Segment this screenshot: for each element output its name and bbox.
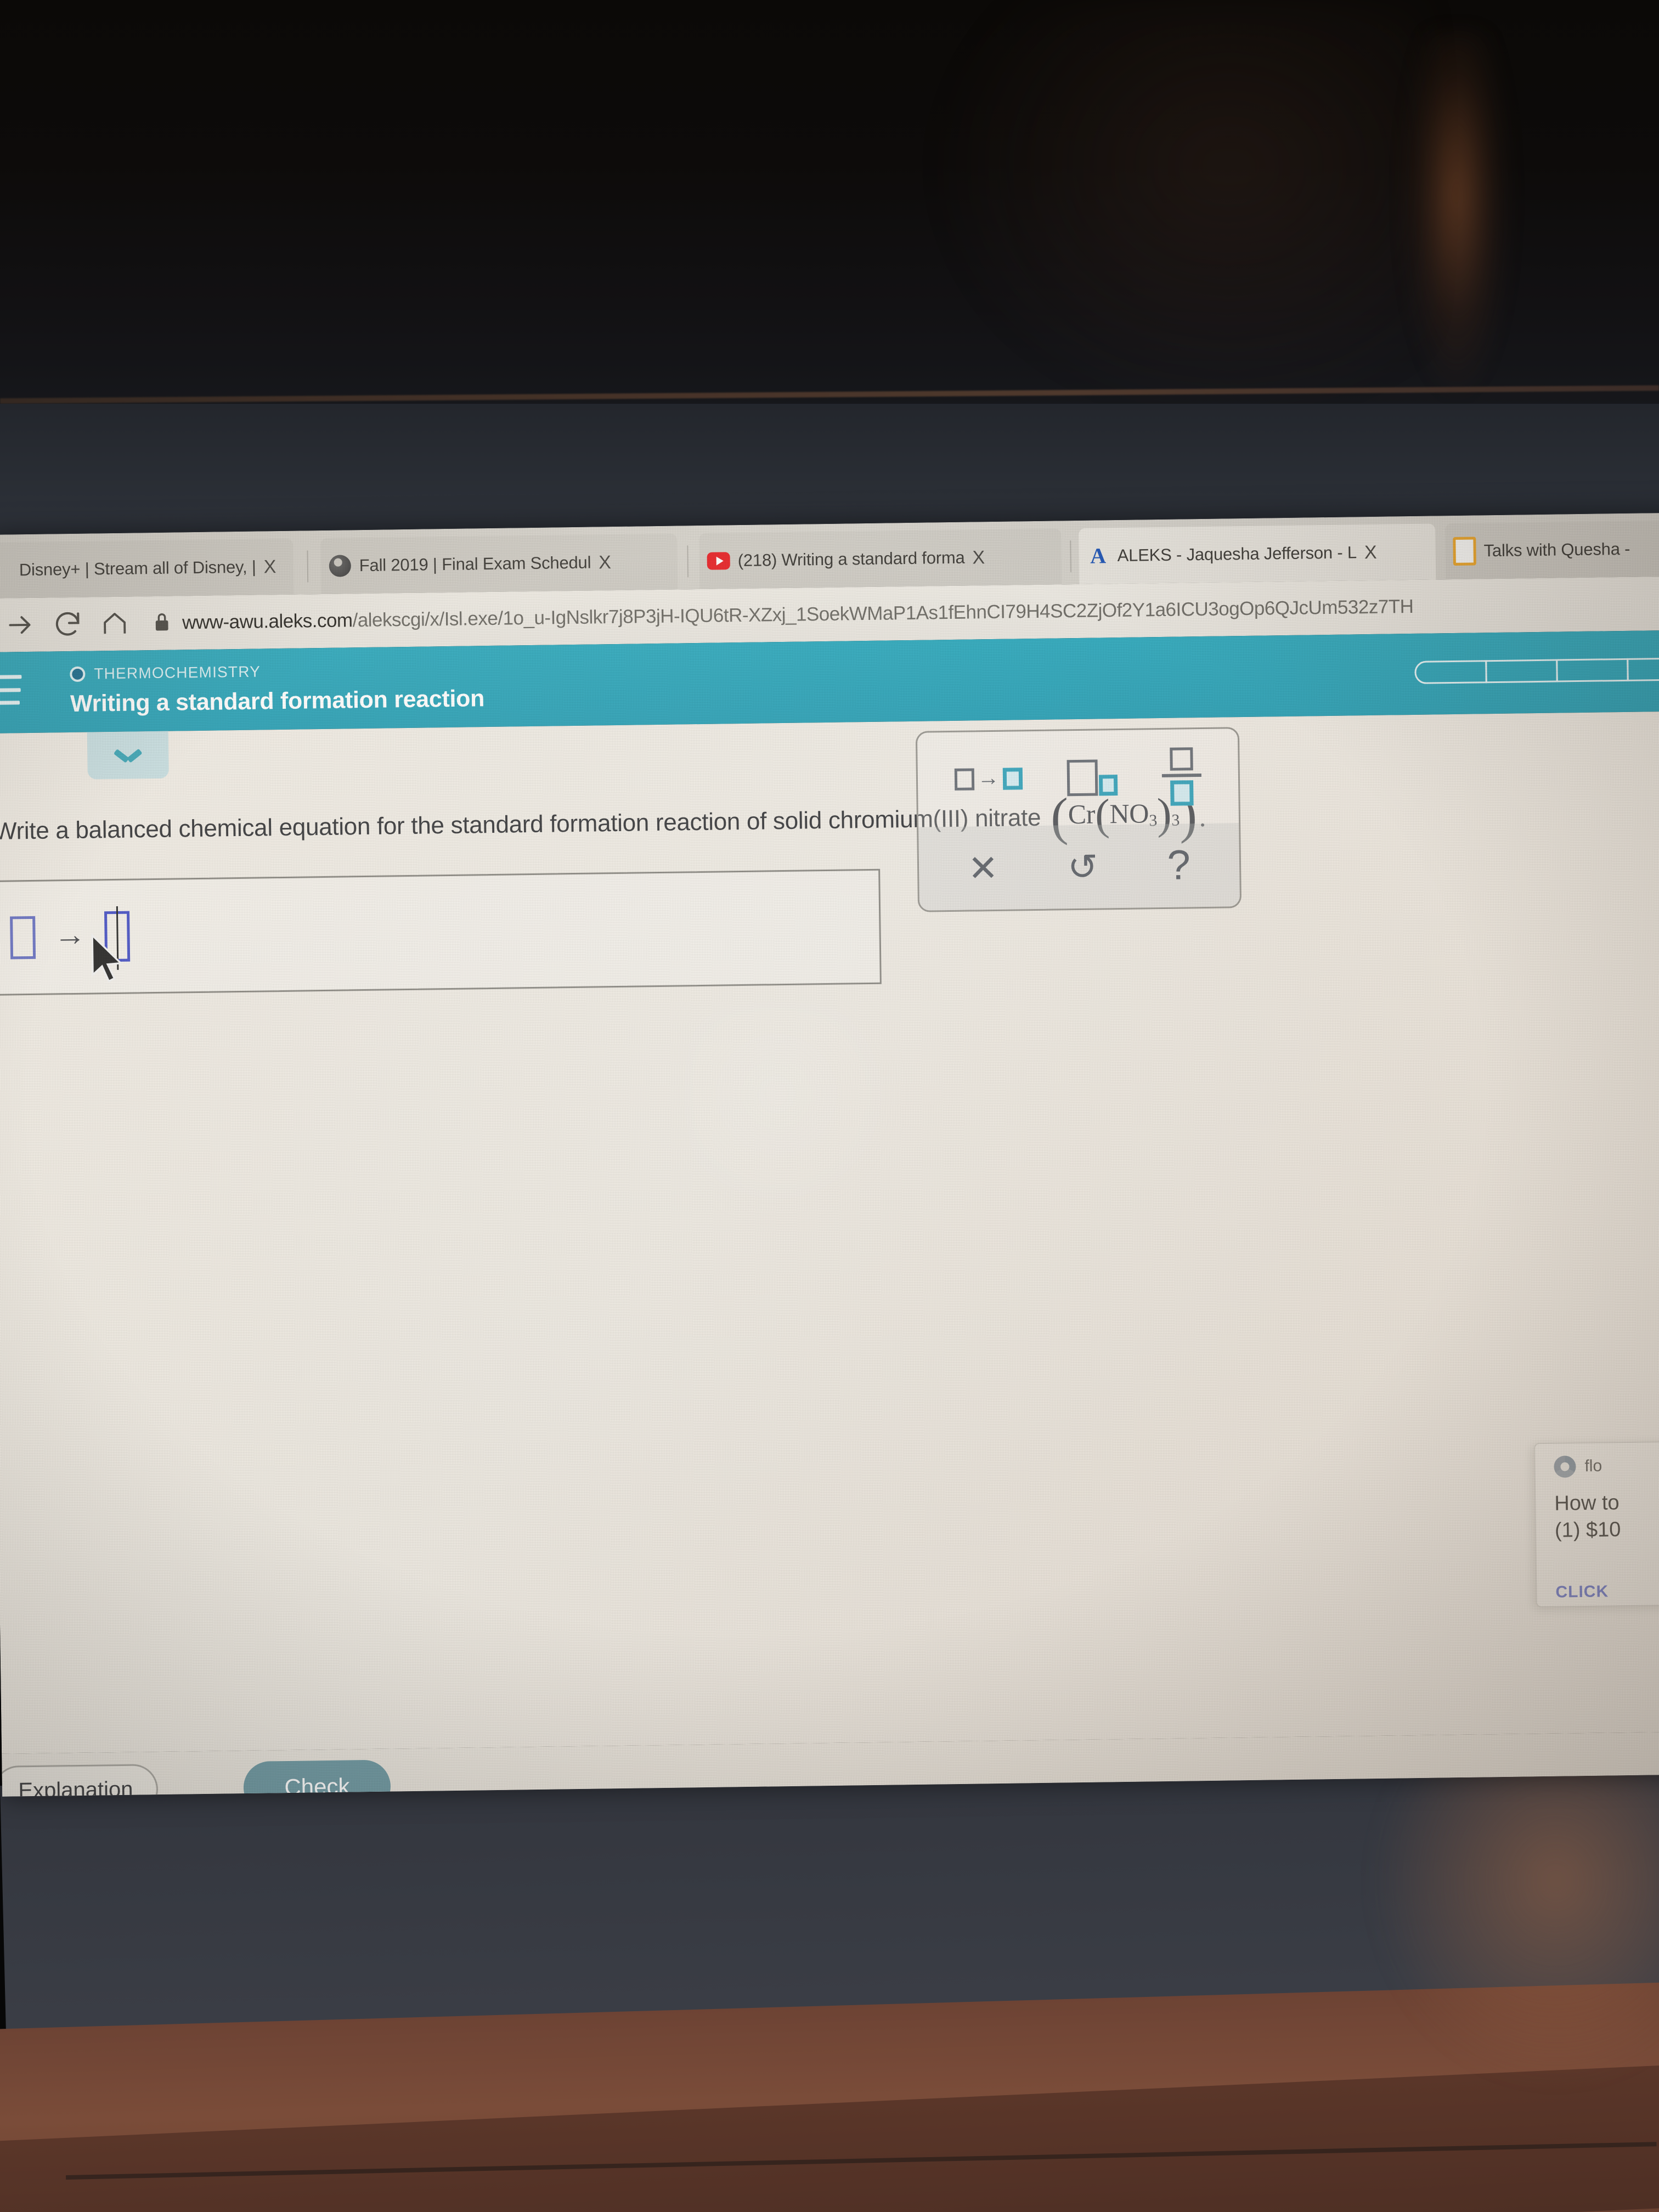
browser-tab-talks-with-quesha[interactable]: Talks with Quesha - bbox=[1444, 519, 1659, 580]
tab-title: ALEKS - Jaquesha Jefferson - L bbox=[1117, 543, 1357, 566]
youtube-icon bbox=[707, 549, 730, 573]
progress-segment bbox=[1414, 660, 1487, 684]
chrome-notification-popup[interactable]: flo How to (1) $10 CLICK bbox=[1533, 1441, 1659, 1608]
tab-title: Talks with Quesha - bbox=[1483, 539, 1630, 561]
clear-icon: ✕ bbox=[967, 847, 999, 889]
aleks-icon: A bbox=[1090, 543, 1107, 568]
reload-icon[interactable] bbox=[44, 601, 92, 648]
desk-light-glow bbox=[1372, 1745, 1659, 2085]
topic-circle-icon bbox=[70, 666, 86, 682]
tab-title: (218) Writing a standard forma bbox=[737, 548, 965, 571]
explanation-button[interactable]: Explanation bbox=[0, 1764, 159, 1797]
reaction-arrow-glyph: → bbox=[54, 916, 86, 953]
browser-tab-final-exam-schedule[interactable]: Fall 2019 | Final Exam Schedul X bbox=[320, 533, 678, 595]
clear-button[interactable]: ✕ bbox=[967, 847, 999, 889]
room-light-streak bbox=[1404, 33, 1509, 395]
subscript-tool[interactable] bbox=[1066, 759, 1118, 797]
progress-segment bbox=[1627, 657, 1659, 681]
room-glow-soft bbox=[933, 0, 1426, 417]
moodle-icon bbox=[329, 554, 352, 578]
notification-cta-link[interactable]: CLICK bbox=[1555, 1581, 1659, 1601]
reaction-arrow-tool[interactable]: → bbox=[954, 766, 1023, 791]
home-icon[interactable] bbox=[91, 600, 139, 647]
url-host: www-awu.aleks.com bbox=[182, 610, 353, 634]
fraction-tool[interactable] bbox=[1162, 747, 1202, 806]
chevron-down-icon bbox=[115, 748, 140, 763]
breadcrumb-label: THERMOCHEMISTRY bbox=[94, 663, 261, 682]
tab-title: Fall 2019 | Final Exam Schedul bbox=[359, 552, 591, 575]
question-prompt: Write a balanced chemical equation for t… bbox=[0, 785, 1618, 848]
palette-row-bottom: ✕ ↺ ? bbox=[918, 823, 1240, 911]
tab-close-icon[interactable]: X bbox=[1364, 541, 1377, 563]
url-text: www-awu.aleks.com/alekscgi/x/Isl.exe/1o_… bbox=[182, 596, 1414, 634]
undo-button[interactable]: ↺ bbox=[1067, 846, 1098, 888]
browser-tab-youtube-video[interactable]: (218) Writing a standard forma X bbox=[699, 528, 1062, 589]
notification-source: flo bbox=[1584, 1457, 1602, 1475]
disney-icon bbox=[0, 558, 12, 582]
browser-window: Disney+ | Stream all of Disney, | X Fall… bbox=[0, 512, 1659, 1797]
hamburger-menu-icon[interactable] bbox=[0, 672, 24, 708]
question-text: Write a balanced chemical equation for t… bbox=[0, 804, 1041, 845]
notification-line-1: How to bbox=[1554, 1491, 1620, 1515]
notification-line-2: (1) $10 bbox=[1554, 1518, 1621, 1542]
tab-close-icon[interactable]: X bbox=[599, 552, 611, 573]
url-path: /alekscgi/x/Isl.exe/1o_u-IgNslkr7j8P3jH-… bbox=[352, 595, 1414, 631]
reactant-input-slot[interactable] bbox=[10, 916, 36, 960]
collapse-panel-button[interactable] bbox=[87, 731, 169, 780]
equation-tool-palette: → ✕ ↺ ? bbox=[915, 727, 1242, 912]
help-icon: ? bbox=[1167, 842, 1191, 889]
tab-close-icon[interactable]: X bbox=[972, 547, 985, 568]
browser-tab-disney[interactable]: Disney+ | Stream all of Disney, | X bbox=[0, 538, 294, 599]
exercise-content: Write a balanced chemical equation for t… bbox=[0, 711, 1659, 1754]
palette-row-top: → bbox=[917, 729, 1239, 827]
progress-segment bbox=[1485, 659, 1558, 684]
browser-tab-aleks[interactable]: A ALEKS - Jaquesha Jefferson - L X bbox=[1079, 523, 1436, 584]
arrow-right-icon[interactable] bbox=[0, 601, 44, 649]
undo-icon: ↺ bbox=[1067, 846, 1098, 888]
lock-icon bbox=[153, 611, 172, 635]
progress-segment bbox=[1556, 658, 1629, 682]
tab-title: Disney+ | Stream all of Disney, | bbox=[19, 557, 256, 580]
help-button[interactable]: ? bbox=[1167, 842, 1191, 889]
photograph-of-laptop-screen: Disney+ | Stream all of Disney, | X Fall… bbox=[0, 0, 1659, 2212]
talks-icon bbox=[1453, 537, 1476, 566]
tab-close-icon[interactable]: X bbox=[263, 556, 276, 578]
breadcrumb: THERMOCHEMISTRY bbox=[70, 663, 261, 683]
progress-indicator bbox=[1414, 657, 1659, 684]
answer-input-area[interactable]: → bbox=[0, 868, 882, 996]
check-button[interactable]: Check bbox=[243, 1759, 391, 1797]
chrome-icon bbox=[1554, 1455, 1576, 1478]
page-title: Writing a standard formation reaction bbox=[70, 685, 485, 718]
notification-header: flo bbox=[1554, 1454, 1659, 1478]
